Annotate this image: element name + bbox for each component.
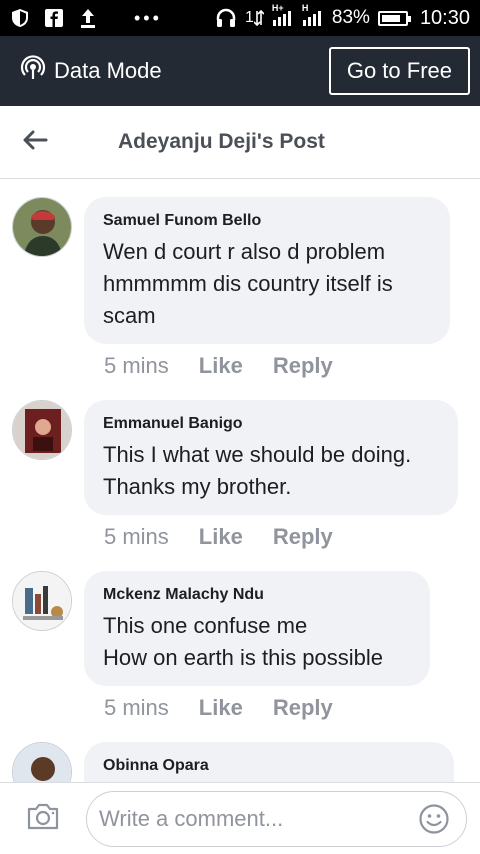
- data-mode-label: Data Mode: [54, 58, 162, 83]
- comment-bubble[interactable]: Samuel Funom Bello Wen d court r also d …: [84, 197, 450, 344]
- status-bar: ••• 1 H+ H 83% 10:30: [0, 0, 480, 36]
- comment-composer: [0, 782, 480, 854]
- comment-text: This I what we should be doing. Thanks m…: [103, 442, 412, 499]
- network-type-1: H+: [271, 3, 284, 13]
- comment-input-wrapper: [86, 791, 467, 847]
- comment-author[interactable]: Emmanuel Banigo: [103, 414, 440, 434]
- signal-prefix: 1: [245, 9, 254, 26]
- signal-icon: H+: [272, 3, 294, 27]
- data-mode-bar: Data Mode Go to Free: [0, 36, 480, 106]
- comment-input[interactable]: [99, 806, 399, 832]
- more-dots-icon: •••: [134, 7, 162, 28]
- post-header: Adeyanju Deji's Post: [0, 106, 480, 179]
- comment-author[interactable]: Samuel Funom Bello: [103, 211, 432, 231]
- comment-actions: 5 mins Like Reply: [104, 695, 333, 721]
- like-button[interactable]: Like: [199, 524, 243, 550]
- comment-author[interactable]: Obinna Opara: [103, 756, 436, 776]
- avatar[interactable]: [12, 571, 72, 631]
- battery-icon: [377, 10, 411, 26]
- battery-fill: [381, 14, 401, 22]
- broadcast-icon: [20, 55, 46, 87]
- data-arrows-icon: 1: [245, 9, 264, 27]
- reply-button[interactable]: Reply: [273, 353, 333, 379]
- battery-percent: 83%: [331, 7, 370, 28]
- comment-bubble[interactable]: Emmanuel Banigo This I what we should be…: [84, 400, 458, 515]
- headphones-icon: [215, 7, 237, 29]
- comment-time: 5 mins: [104, 524, 169, 549]
- signal-icon-2: H: [302, 3, 324, 27]
- facebook-icon: [44, 8, 64, 28]
- comment-text: Wen d court r also d problem hmmmmm dis …: [103, 239, 393, 328]
- comment-actions: 5 mins Like Reply: [104, 524, 333, 550]
- upload-icon: [78, 7, 98, 29]
- comment-author[interactable]: Mckenz Malachy Ndu: [103, 585, 412, 605]
- reply-button[interactable]: Reply: [273, 524, 333, 550]
- avatar[interactable]: [12, 400, 72, 460]
- page-title: Adeyanju Deji's Post: [118, 130, 325, 153]
- clock: 10:30: [419, 6, 470, 29]
- comment-text: This one confuse me How on earth is this…: [103, 613, 384, 670]
- comment-time: 5 mins: [104, 695, 169, 720]
- back-arrow-icon: [22, 129, 48, 156]
- go-to-free-button[interactable]: Go to Free: [328, 47, 470, 95]
- avatar[interactable]: [12, 197, 72, 257]
- like-button[interactable]: Like: [199, 695, 243, 721]
- network-type-2: H: [301, 3, 309, 13]
- reply-button[interactable]: Reply: [273, 695, 333, 721]
- camera-button[interactable]: [0, 801, 86, 836]
- data-mode-toggle[interactable]: Data Mode: [20, 55, 162, 87]
- back-button[interactable]: [0, 106, 70, 179]
- camera-icon: [26, 801, 60, 836]
- emoji-icon[interactable]: [418, 803, 450, 840]
- comment-time: 5 mins: [104, 353, 169, 378]
- comment-actions: 5 mins Like Reply: [104, 353, 333, 379]
- comment-bubble[interactable]: Mckenz Malachy Ndu This one confuse me H…: [84, 571, 430, 686]
- like-button[interactable]: Like: [199, 353, 243, 379]
- shield-icon: [10, 8, 30, 28]
